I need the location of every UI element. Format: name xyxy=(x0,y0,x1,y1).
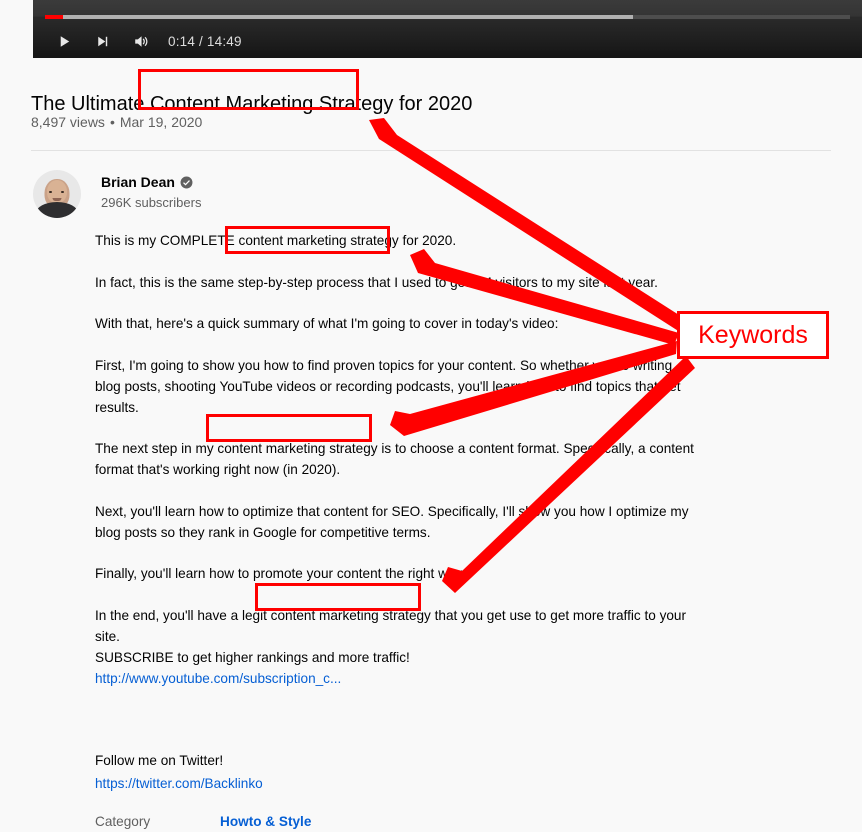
channel-name[interactable]: Brian Dean xyxy=(101,173,175,191)
volume-icon xyxy=(131,32,150,51)
avatar-body xyxy=(36,202,78,218)
twitter-line: Follow me on Twitter! xyxy=(95,750,311,771)
keywords-annotation-box: Keywords xyxy=(677,311,829,359)
progress-buffered xyxy=(45,15,633,19)
video-meta: 8,497 views • Mar 19, 2020 xyxy=(31,112,202,132)
next-video-button[interactable] xyxy=(83,26,121,56)
description-paragraph: This is my COMPLETE content marketing st… xyxy=(95,230,695,251)
description-paragraph: In fact, this is the same step-by-step p… xyxy=(95,272,695,293)
player-controls: 0:14 / 14:49 xyxy=(45,26,242,56)
publish-date: Mar 19, 2020 xyxy=(120,114,203,130)
description-paragraph: With that, here's a quick summary of wha… xyxy=(95,313,695,334)
p8-before: In the end, you'll have a legit xyxy=(95,608,271,623)
play-button[interactable] xyxy=(45,26,83,56)
p8-keyword: content marketing strategy xyxy=(271,608,431,623)
title-after: for 2020 xyxy=(393,93,472,115)
category-value[interactable]: Howto & Style xyxy=(220,811,311,832)
p5-before: The next step in my xyxy=(95,441,217,456)
time-display: 0:14 / 14:49 xyxy=(168,34,242,49)
play-icon xyxy=(56,33,73,50)
verified-check-icon xyxy=(180,176,193,189)
description-footer: Follow me on Twitter! https://twitter.co… xyxy=(95,750,311,832)
divider xyxy=(31,150,831,151)
description-paragraph: The next step in my content marketing st… xyxy=(95,438,695,480)
video-description: This is my COMPLETE content marketing st… xyxy=(95,230,695,689)
channel-row: Brian Dean 296K subscribers xyxy=(33,170,201,218)
subscription-link[interactable]: http://www.youtube.com/subscription_c... xyxy=(95,668,695,689)
volume-button[interactable] xyxy=(121,26,159,56)
channel-name-row: Brian Dean xyxy=(101,173,201,191)
category-label: Category xyxy=(95,811,220,832)
p5-keyword: content marketing strategy xyxy=(217,441,377,456)
avatar-eye-right xyxy=(61,191,64,193)
description-paragraph: First, I'm going to show you how to find… xyxy=(95,355,695,418)
meta-separator: • xyxy=(110,114,115,130)
view-count: 8,497 views xyxy=(31,114,105,130)
twitter-link[interactable]: https://twitter.com/Backlinko xyxy=(95,773,311,794)
p1-keyword: content marketing strategy xyxy=(239,233,399,248)
subscriber-count: 296K subscribers xyxy=(101,194,201,212)
progress-bar[interactable] xyxy=(45,15,850,19)
avatar-eye-left xyxy=(49,191,52,193)
p9-subscribe-line: SUBSCRIBE to get higher rankings and mor… xyxy=(95,650,410,665)
p1-after: for 2020. xyxy=(399,233,456,248)
video-player[interactable]: 0:14 / 14:49 xyxy=(33,0,862,58)
category-row: Category Howto & Style xyxy=(95,811,311,832)
keywords-label: Keywords xyxy=(698,321,808,349)
avatar[interactable] xyxy=(33,170,81,218)
description-paragraph: Finally, you'll learn how to promote you… xyxy=(95,563,695,584)
channel-text: Brian Dean 296K subscribers xyxy=(101,170,201,218)
progress-played xyxy=(45,15,63,19)
next-track-icon xyxy=(94,33,111,50)
p1-before: This is my COMPLETE xyxy=(95,233,239,248)
description-paragraph: In the end, you'll have a legit content … xyxy=(95,605,695,689)
description-paragraph: Next, you'll learn how to optimize that … xyxy=(95,501,695,543)
